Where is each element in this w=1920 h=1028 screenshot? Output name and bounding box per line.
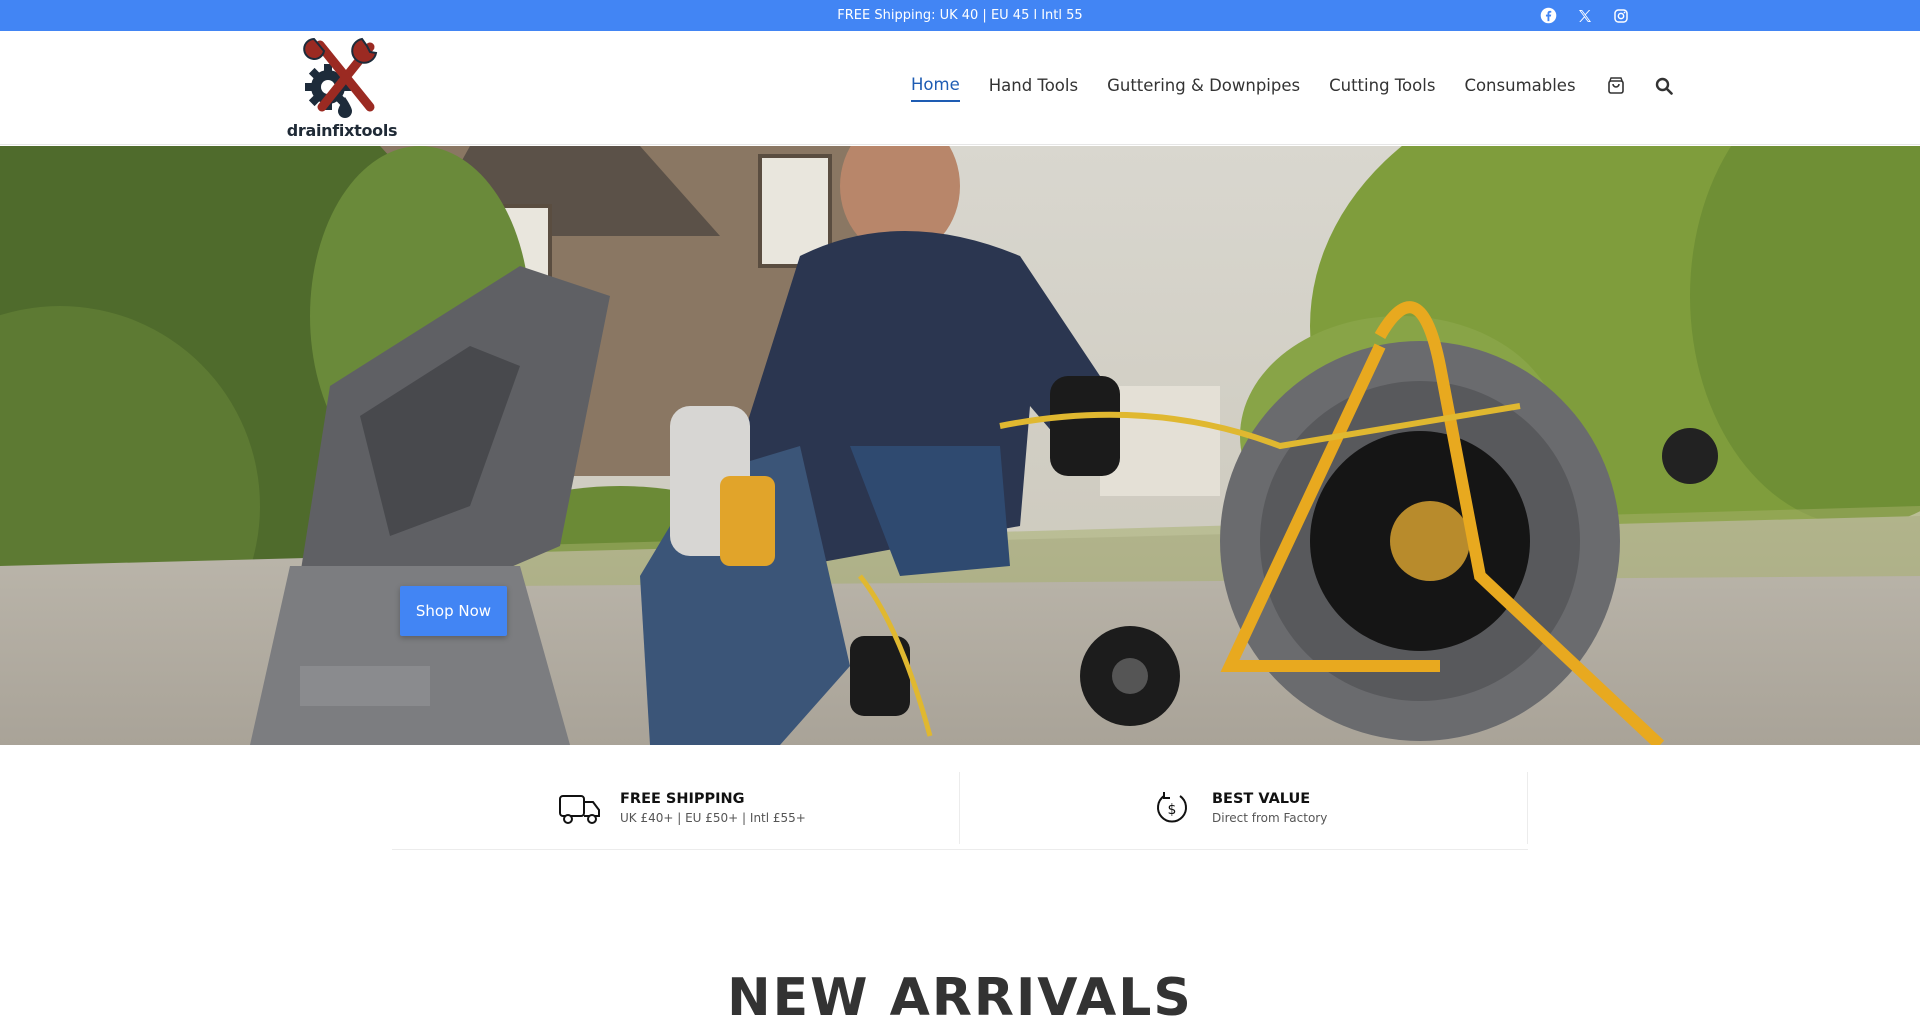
feature-free-shipping: FREE SHIPPING UK £40+ | EU £50+ | Intl £…: [392, 772, 960, 844]
feature-best-value: $ BEST VALUE Direct from Factory: [960, 772, 1528, 844]
nav-cutting-tools[interactable]: Cutting Tools: [1329, 76, 1435, 101]
nav-guttering-downpipes[interactable]: Guttering & Downpipes: [1107, 76, 1300, 101]
social-links: [1539, 6, 1630, 25]
facebook-icon[interactable]: [1539, 6, 1558, 25]
svg-text:$: $: [1168, 802, 1177, 818]
dollar-cycle-icon: $: [1157, 792, 1187, 823]
feature-title: FREE SHIPPING: [620, 791, 745, 807]
nav-home[interactable]: Home: [911, 75, 960, 102]
instagram-icon[interactable]: [1611, 6, 1630, 25]
search-icon[interactable]: [1653, 75, 1675, 97]
nav-hand-tools[interactable]: Hand Tools: [989, 76, 1078, 101]
site-logo[interactable]: drainfixtools: [286, 37, 398, 141]
wrench-gear-logo-icon: [303, 37, 378, 118]
main-nav: Home Hand Tools Guttering & Downpipes Cu…: [911, 75, 1701, 102]
nav-consumables[interactable]: Consumables: [1464, 76, 1575, 101]
announcement-bar: FREE Shipping: UK 40 | EU 45 l Intl 55: [0, 0, 1920, 31]
feature-strip: FREE SHIPPING UK £40+ | EU £50+ | Intl £…: [392, 768, 1528, 850]
x-twitter-icon[interactable]: [1575, 6, 1594, 25]
hero-banner: Shop Now: [0, 146, 1920, 745]
site-header: drainfixtools Home Hand Tools Guttering …: [0, 31, 1920, 145]
feature-subtitle: Direct from Factory: [1212, 811, 1328, 825]
feature-subtitle: UK £40+ | EU £50+ | Intl £55+: [620, 811, 806, 825]
feature-title: BEST VALUE: [1212, 791, 1311, 807]
hero-image: [0, 146, 1920, 745]
shipping-announcement: FREE Shipping: UK 40 | EU 45 l Intl 55: [837, 8, 1083, 23]
shop-now-button[interactable]: Shop Now: [400, 586, 507, 636]
cart-icon[interactable]: [1605, 75, 1627, 97]
logo-wordmark: drainfixtools: [286, 121, 398, 140]
truck-icon: [559, 795, 600, 824]
new-arrivals-heading: NEW ARRIVALS: [727, 968, 1193, 1028]
